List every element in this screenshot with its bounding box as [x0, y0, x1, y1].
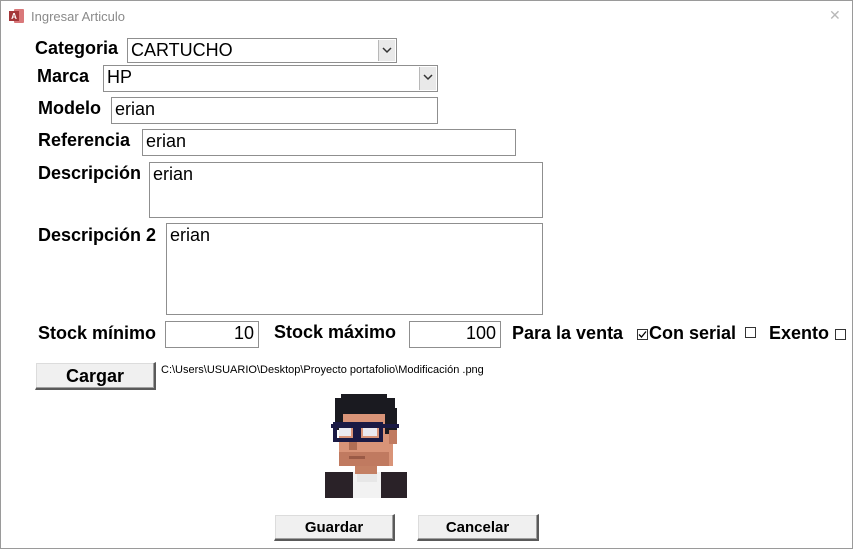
svg-text:A: A	[11, 12, 17, 21]
close-icon[interactable]: ✕	[829, 7, 841, 24]
title-bar: A Ingresar Articulo ✕	[1, 1, 852, 31]
marca-dropdown-button[interactable]	[419, 67, 436, 90]
referencia-label: Referencia	[38, 130, 131, 150]
access-app-icon: A	[9, 8, 25, 24]
exento-label: Exento	[769, 323, 830, 343]
descripcion-textarea[interactable]: erian	[149, 162, 543, 218]
checkmark-icon	[638, 331, 647, 338]
categoria-label: Categoria	[35, 38, 119, 58]
cancelar-button[interactable]: Cancelar	[417, 514, 539, 541]
image-path-text: C:\Users\USUARIO\Desktop\Proyecto portaf…	[161, 364, 484, 376]
stock-maximo-input[interactable]: 100	[409, 321, 501, 348]
exento-checkbox[interactable]	[835, 329, 846, 340]
modelo-input[interactable]: erian	[111, 97, 438, 124]
window-title: Ingresar Articulo	[31, 9, 125, 24]
para-la-venta-label: Para la venta	[512, 323, 624, 343]
cargar-button[interactable]: Cargar	[35, 362, 156, 390]
chevron-down-icon	[382, 47, 392, 54]
modelo-label: Modelo	[38, 98, 101, 118]
chevron-down-icon	[423, 74, 433, 81]
marca-dropdown[interactable]: HP	[103, 65, 438, 92]
stock-minimo-input[interactable]: 10	[165, 321, 259, 348]
con-serial-checkbox[interactable]	[745, 327, 756, 338]
stock-minimo-label: Stock mínimo	[38, 323, 157, 343]
avatar-pixel-portrait	[319, 394, 413, 498]
para-la-venta-checkbox[interactable]	[637, 329, 648, 340]
categoria-dropdown-button[interactable]	[378, 40, 395, 61]
descripcion-label: Descripción	[38, 163, 142, 183]
descripcion2-label: Descripción 2	[38, 225, 157, 245]
descripcion2-textarea[interactable]: erian	[166, 223, 543, 315]
marca-label: Marca	[37, 66, 90, 86]
ingresar-articulo-window: A Ingresar Articulo ✕ Categoria CARTUCHO…	[0, 0, 853, 549]
con-serial-label: Con serial	[649, 323, 737, 343]
referencia-input[interactable]: erian	[142, 129, 516, 156]
categoria-dropdown[interactable]: CARTUCHO	[127, 38, 397, 63]
stock-maximo-label: Stock máximo	[274, 322, 397, 342]
guardar-button[interactable]: Guardar	[274, 514, 395, 541]
categoria-value: CARTUCHO	[131, 40, 233, 60]
marca-value: HP	[107, 67, 133, 87]
